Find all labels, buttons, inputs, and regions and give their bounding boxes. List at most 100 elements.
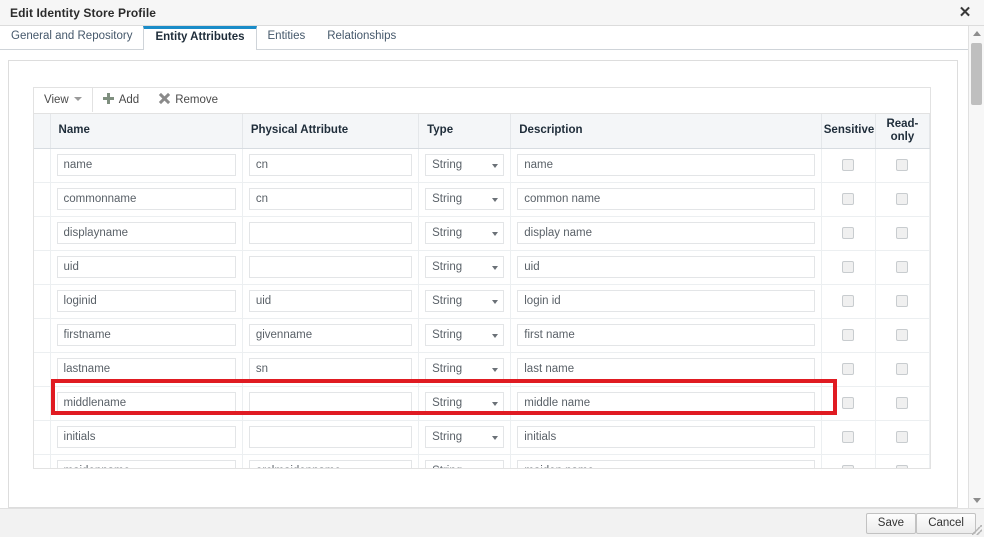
- tab-entity-attributes[interactable]: Entity Attributes: [143, 26, 257, 51]
- physical-attribute-input[interactable]: [248, 290, 413, 312]
- type-select[interactable]: String: [425, 324, 505, 346]
- readonly-checkbox[interactable]: [896, 465, 909, 468]
- type-select[interactable]: String: [425, 154, 505, 176]
- description-input[interactable]: [517, 426, 815, 448]
- description-input[interactable]: [517, 358, 815, 380]
- readonly-checkbox[interactable]: [896, 193, 909, 205]
- remove-button[interactable]: Remove: [149, 88, 228, 112]
- table-row[interactable]: String: [34, 454, 930, 468]
- physical-attribute-input[interactable]: [248, 392, 413, 414]
- table-row[interactable]: String: [34, 216, 930, 251]
- scrollbar-thumb[interactable]: [971, 43, 982, 105]
- name-input[interactable]: [56, 290, 236, 312]
- type-select[interactable]: String: [425, 392, 505, 414]
- sensitive-checkbox[interactable]: [842, 227, 855, 239]
- physical-attribute-input[interactable]: [248, 426, 413, 448]
- scroll-up-arrow-icon[interactable]: [969, 26, 984, 41]
- row-selector-cell[interactable]: [34, 216, 51, 251]
- cancel-button[interactable]: Cancel: [916, 513, 976, 534]
- readonly-checkbox[interactable]: [896, 227, 909, 239]
- column-header-read-only[interactable]: Read-only: [875, 114, 930, 149]
- type-select[interactable]: String: [425, 426, 505, 448]
- description-input[interactable]: [517, 222, 815, 244]
- physical-attribute-input[interactable]: [248, 460, 413, 468]
- description-input[interactable]: [517, 188, 815, 210]
- row-selector-cell[interactable]: [34, 148, 51, 183]
- row-selector-cell[interactable]: [34, 318, 51, 353]
- resize-grip[interactable]: [972, 525, 982, 535]
- name-input[interactable]: [56, 188, 236, 210]
- name-input[interactable]: [56, 426, 236, 448]
- table-row[interactable]: String: [34, 148, 930, 183]
- table-row[interactable]: String: [34, 250, 930, 285]
- readonly-checkbox[interactable]: [896, 261, 909, 273]
- name-input[interactable]: [56, 392, 236, 414]
- tab-general-and-repository[interactable]: General and Repository: [0, 26, 143, 50]
- tab-relationships[interactable]: Relationships: [316, 26, 407, 50]
- entity-attributes-table-container[interactable]: Name Physical Attribute Type Description Sen…: [33, 113, 931, 469]
- save-button[interactable]: Save: [865, 513, 916, 534]
- column-header-sensitive[interactable]: Sensitive: [821, 114, 876, 149]
- readonly-checkbox[interactable]: [896, 329, 909, 341]
- sensitive-checkbox[interactable]: [842, 363, 855, 375]
- table-row[interactable]: String: [34, 318, 930, 353]
- description-input[interactable]: [517, 154, 815, 176]
- name-input[interactable]: [56, 256, 236, 278]
- table-row[interactable]: String: [34, 182, 930, 217]
- type-select[interactable]: String: [425, 188, 505, 210]
- sensitive-checkbox[interactable]: [842, 295, 855, 307]
- sensitive-checkbox[interactable]: [842, 465, 855, 468]
- tab-entities[interactable]: Entities: [257, 26, 317, 50]
- physical-attribute-input[interactable]: [248, 154, 413, 176]
- type-select[interactable]: String: [425, 256, 505, 278]
- description-input[interactable]: [517, 324, 815, 346]
- sensitive-checkbox[interactable]: [842, 261, 855, 273]
- sensitive-checkbox[interactable]: [842, 193, 855, 205]
- readonly-checkbox[interactable]: [896, 295, 909, 307]
- close-icon[interactable]: ✕: [956, 4, 974, 22]
- column-header-type[interactable]: Type: [418, 114, 512, 149]
- add-button[interactable]: Add: [93, 88, 149, 112]
- type-select[interactable]: String: [425, 358, 505, 380]
- physical-attribute-input[interactable]: [248, 358, 413, 380]
- column-header-description[interactable]: Description: [510, 114, 822, 149]
- table-row[interactable]: String: [34, 420, 930, 455]
- physical-attribute-input[interactable]: [248, 222, 413, 244]
- table-row[interactable]: String: [34, 352, 930, 387]
- description-input[interactable]: [517, 392, 815, 414]
- view-menu-button[interactable]: View: [34, 88, 92, 112]
- readonly-checkbox[interactable]: [896, 431, 909, 443]
- physical-attribute-input[interactable]: [248, 188, 413, 210]
- type-select[interactable]: String: [425, 222, 505, 244]
- row-selector-cell[interactable]: [34, 250, 51, 285]
- type-select[interactable]: String: [425, 290, 505, 312]
- row-selector-cell[interactable]: [34, 386, 51, 421]
- physical-attribute-input[interactable]: [248, 256, 413, 278]
- name-input[interactable]: [56, 324, 236, 346]
- scroll-down-arrow-icon[interactable]: [969, 493, 984, 508]
- sensitive-checkbox[interactable]: [842, 397, 855, 409]
- name-input[interactable]: [56, 358, 236, 380]
- physical-attribute-input[interactable]: [248, 324, 413, 346]
- readonly-checkbox[interactable]: [896, 363, 909, 375]
- column-header-physical-attribute[interactable]: Physical Attribute: [242, 114, 420, 149]
- column-header-name[interactable]: Name: [50, 114, 243, 149]
- row-selector-cell[interactable]: [34, 454, 51, 468]
- description-input[interactable]: [517, 256, 815, 278]
- vertical-scrollbar[interactable]: [968, 26, 984, 508]
- description-input[interactable]: [517, 290, 815, 312]
- type-select[interactable]: String: [425, 460, 505, 468]
- readonly-checkbox[interactable]: [896, 159, 909, 171]
- sensitive-checkbox[interactable]: [842, 329, 855, 341]
- table-row[interactable]: String: [34, 284, 930, 319]
- description-input[interactable]: [517, 460, 815, 468]
- sensitive-checkbox[interactable]: [842, 159, 855, 171]
- sensitive-checkbox[interactable]: [842, 431, 855, 443]
- row-selector-cell[interactable]: [34, 420, 51, 455]
- name-input[interactable]: [56, 154, 236, 176]
- row-selector-cell[interactable]: [34, 182, 51, 217]
- readonly-checkbox[interactable]: [896, 397, 909, 409]
- name-input[interactable]: [56, 222, 236, 244]
- row-selector-cell[interactable]: [34, 352, 51, 387]
- row-selector-cell[interactable]: [34, 284, 51, 319]
